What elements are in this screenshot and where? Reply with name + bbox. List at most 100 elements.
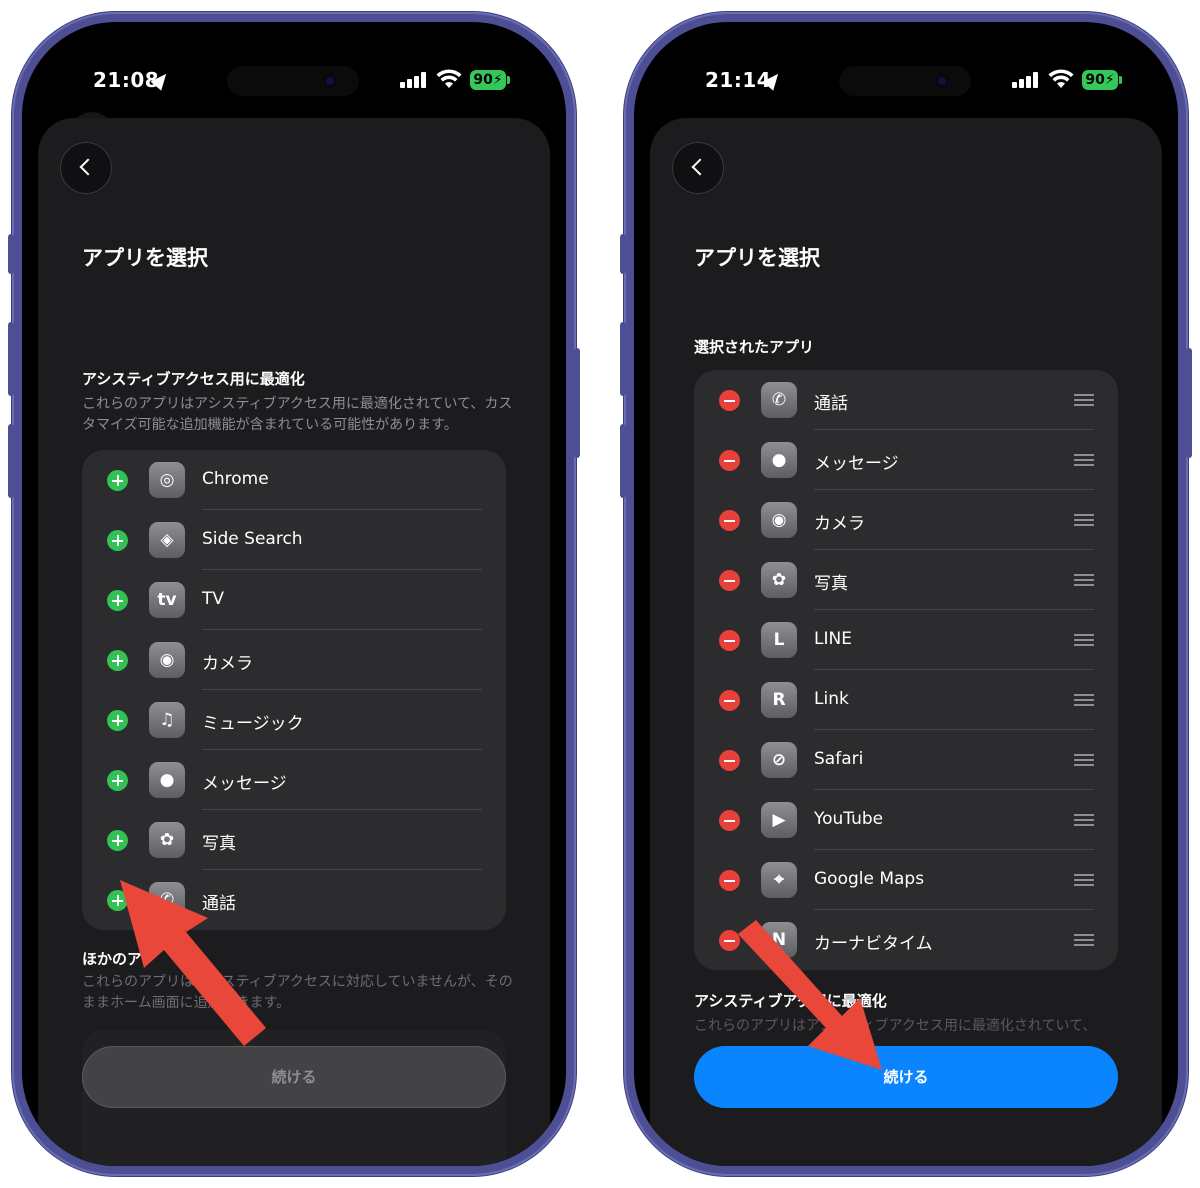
camera-icon: ◉ bbox=[761, 502, 797, 538]
app-name: 写真 bbox=[202, 834, 236, 854]
messages-icon: ● bbox=[761, 442, 797, 478]
reorder-handle-icon[interactable] bbox=[1074, 574, 1094, 586]
volume-down-button bbox=[620, 424, 626, 498]
app-row[interactable]: ◈ Side Search bbox=[82, 510, 506, 570]
action-button bbox=[620, 234, 626, 274]
remove-circle-icon[interactable] bbox=[719, 630, 740, 651]
front-camera-icon bbox=[935, 74, 949, 88]
maps-pin-icon: ⌖ bbox=[761, 862, 797, 898]
app-row[interactable]: ♫ ミュージック bbox=[82, 690, 506, 750]
battery-level: 90 bbox=[1085, 72, 1105, 88]
reorder-handle-icon[interactable] bbox=[1074, 934, 1094, 946]
optimized-section-heading: アシスティブアクセス用に最適化 bbox=[82, 370, 305, 388]
navitime-icon: N bbox=[761, 922, 797, 958]
app-name: YouTube bbox=[814, 809, 884, 829]
app-row[interactable]: ✿ 写真 bbox=[694, 550, 1118, 610]
optimized-section-description: これらのアプリはアシスティブアクセス用に最適化されていて、カスタマイズ可能な追加… bbox=[82, 396, 513, 433]
add-circle-icon[interactable] bbox=[107, 770, 128, 791]
side-search-icon: ◈ bbox=[149, 522, 185, 558]
app-selection-sheet: アプリを選択 アシスティブアクセス用に最適化 これらのアプリはアシスティブアクセ… bbox=[38, 118, 550, 1166]
status-bar: 21:14 90⚡ bbox=[634, 22, 1178, 122]
reorder-handle-icon[interactable] bbox=[1074, 454, 1094, 466]
app-selection-sheet: アプリを選択 選択されたアプリ ✆ 通話 ● メッセージ ◉ カメラ ✿ 写真 L LINE R Li… bbox=[650, 118, 1162, 1166]
app-row[interactable]: ◎ Chrome bbox=[82, 450, 506, 510]
reorder-handle-icon[interactable] bbox=[1074, 394, 1094, 406]
page-title: アプリを選択 bbox=[82, 246, 208, 270]
reorder-handle-icon[interactable] bbox=[1074, 874, 1094, 886]
youtube-icon: ▶ bbox=[761, 802, 797, 838]
page-title: アプリを選択 bbox=[694, 246, 820, 270]
battery-icon: 90⚡ bbox=[1082, 70, 1122, 90]
chevron-left-icon bbox=[79, 158, 97, 176]
app-row[interactable]: N カーナビタイム bbox=[694, 910, 1118, 970]
cellular-signal-icon bbox=[400, 72, 428, 88]
app-row[interactable]: R Link bbox=[694, 670, 1118, 730]
phone-icon: ✆ bbox=[149, 882, 185, 918]
app-row[interactable]: ▶ YouTube bbox=[694, 790, 1118, 850]
reorder-handle-icon[interactable] bbox=[1074, 754, 1094, 766]
dynamic-island bbox=[839, 66, 971, 96]
add-circle-icon[interactable] bbox=[107, 830, 128, 851]
remove-circle-icon[interactable] bbox=[719, 390, 740, 411]
continue-button[interactable]: 続ける bbox=[82, 1046, 506, 1108]
dynamic-island bbox=[227, 66, 359, 96]
reorder-handle-icon[interactable] bbox=[1074, 814, 1094, 826]
action-button bbox=[8, 234, 14, 274]
app-row[interactable]: ✆ 通話 bbox=[694, 370, 1118, 430]
reorder-handle-icon[interactable] bbox=[1074, 694, 1094, 706]
app-row[interactable]: tv TV bbox=[82, 570, 506, 630]
add-circle-icon[interactable] bbox=[107, 890, 128, 911]
continue-button[interactable]: 続ける bbox=[694, 1046, 1118, 1108]
remove-circle-icon[interactable] bbox=[719, 570, 740, 591]
app-row[interactable]: ⊘ Safari bbox=[694, 730, 1118, 790]
app-name: カメラ bbox=[814, 514, 865, 534]
power-button bbox=[574, 348, 580, 458]
battery-icon: 90⚡ bbox=[470, 70, 510, 90]
app-row[interactable]: ⌖ Google Maps bbox=[694, 850, 1118, 910]
app-name: TV bbox=[202, 589, 225, 609]
status-time: 21:08 bbox=[93, 68, 160, 92]
app-name: 通話 bbox=[814, 394, 848, 414]
power-button bbox=[1186, 348, 1192, 458]
add-circle-icon[interactable] bbox=[107, 650, 128, 671]
phone-frame-left: 21:08 90⚡ アプリを選択 アシスティブアクセス用に最適化 これらのアプリ… bbox=[8, 12, 580, 1176]
app-name: Google Maps bbox=[814, 869, 925, 889]
app-row[interactable]: L LINE bbox=[694, 610, 1118, 670]
screen-left: 21:08 90⚡ アプリを選択 アシスティブアクセス用に最適化 これらのアプリ… bbox=[22, 22, 566, 1166]
back-button[interactable] bbox=[672, 142, 724, 194]
app-row[interactable]: ✆ 通話 bbox=[82, 870, 506, 930]
app-row[interactable]: ◉ カメラ bbox=[694, 490, 1118, 550]
app-row[interactable]: ● メッセージ bbox=[694, 430, 1118, 490]
remove-circle-icon[interactable] bbox=[719, 870, 740, 891]
add-circle-icon[interactable] bbox=[107, 530, 128, 551]
app-row[interactable]: ◉ カメラ bbox=[82, 630, 506, 690]
remove-circle-icon[interactable] bbox=[719, 510, 740, 531]
wifi-icon bbox=[1048, 69, 1074, 88]
add-circle-icon[interactable] bbox=[107, 470, 128, 491]
back-button[interactable] bbox=[60, 142, 112, 194]
remove-circle-icon[interactable] bbox=[719, 690, 740, 711]
reorder-handle-icon[interactable] bbox=[1074, 634, 1094, 646]
remove-circle-icon[interactable] bbox=[719, 750, 740, 771]
optimized-section-description: これらのアプリはアシスティブアクセス用に最適化されていて、 bbox=[694, 1018, 1097, 1034]
chevron-left-icon bbox=[691, 158, 709, 176]
remove-circle-icon[interactable] bbox=[719, 930, 740, 951]
add-circle-icon[interactable] bbox=[107, 710, 128, 731]
photos-icon: ✿ bbox=[149, 822, 185, 858]
app-name: Chrome bbox=[202, 469, 269, 489]
other-apps-heading: ほかのア bbox=[82, 950, 143, 968]
remove-circle-icon[interactable] bbox=[719, 450, 740, 471]
volume-up-button bbox=[8, 322, 14, 396]
remove-circle-icon[interactable] bbox=[719, 810, 740, 831]
app-name: Link bbox=[814, 689, 849, 709]
app-row[interactable]: ✿ 写真 bbox=[82, 810, 506, 870]
app-name: ミュージック bbox=[202, 714, 304, 734]
status-bar: 21:08 90⚡ bbox=[22, 22, 566, 122]
app-row[interactable]: ● メッセージ bbox=[82, 750, 506, 810]
app-name: カメラ bbox=[202, 654, 253, 674]
camera-icon: ◉ bbox=[149, 642, 185, 678]
reorder-handle-icon[interactable] bbox=[1074, 514, 1094, 526]
app-name: LINE bbox=[814, 629, 852, 649]
volume-down-button bbox=[8, 424, 14, 498]
add-circle-icon[interactable] bbox=[107, 590, 128, 611]
